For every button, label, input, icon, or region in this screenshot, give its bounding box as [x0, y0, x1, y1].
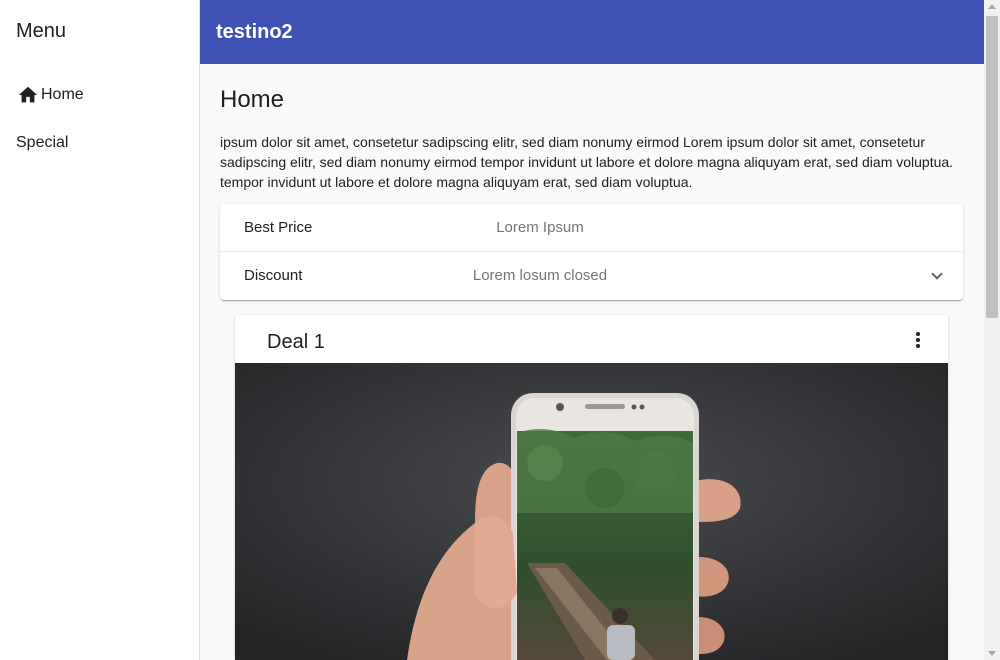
deal-card: Deal 1: [235, 315, 948, 660]
sidebar: Menu Home Special: [0, 0, 200, 660]
more-vert-icon[interactable]: [910, 331, 926, 351]
row-value: Lorem losum closed: [472, 267, 608, 284]
scroll-down-arrow-icon[interactable]: [988, 651, 996, 656]
vertical-scrollbar[interactable]: [984, 0, 1000, 660]
page-title: Home: [220, 86, 285, 113]
sidebar-item-label: Home: [41, 86, 84, 103]
main-content: Home ipsum dolor sit amet, consetetur sa…: [200, 64, 984, 660]
discount-expansion-header[interactable]: Discount Lorem losum closed: [220, 252, 963, 300]
scroll-up-arrow-icon[interactable]: [988, 4, 996, 9]
chevron-down-icon[interactable]: [931, 268, 943, 280]
app-title: testino2: [216, 20, 293, 43]
sidebar-item-label: Special: [16, 134, 69, 151]
deal-image: [235, 363, 948, 660]
row-value: Lorem Ipsum: [496, 219, 584, 236]
home-icon: [18, 86, 38, 103]
intro-text: ipsum dolor sit amet, consetetur sadipsc…: [220, 134, 954, 190]
best-price-row: Best Price Lorem Ipsum: [220, 204, 963, 252]
row-label: Discount: [244, 267, 303, 284]
info-panel: Best Price Lorem Ipsum Discount Lorem lo…: [220, 204, 963, 300]
sidebar-title: Menu: [16, 20, 67, 42]
row-label: Best Price: [244, 219, 313, 236]
sidebar-item-special[interactable]: Special: [16, 127, 68, 159]
sidebar-item-home[interactable]: Home: [16, 79, 84, 111]
card-title: Deal 1: [267, 331, 325, 353]
app-toolbar: testino2: [200, 0, 984, 64]
scroll-thumb[interactable]: [986, 16, 998, 318]
